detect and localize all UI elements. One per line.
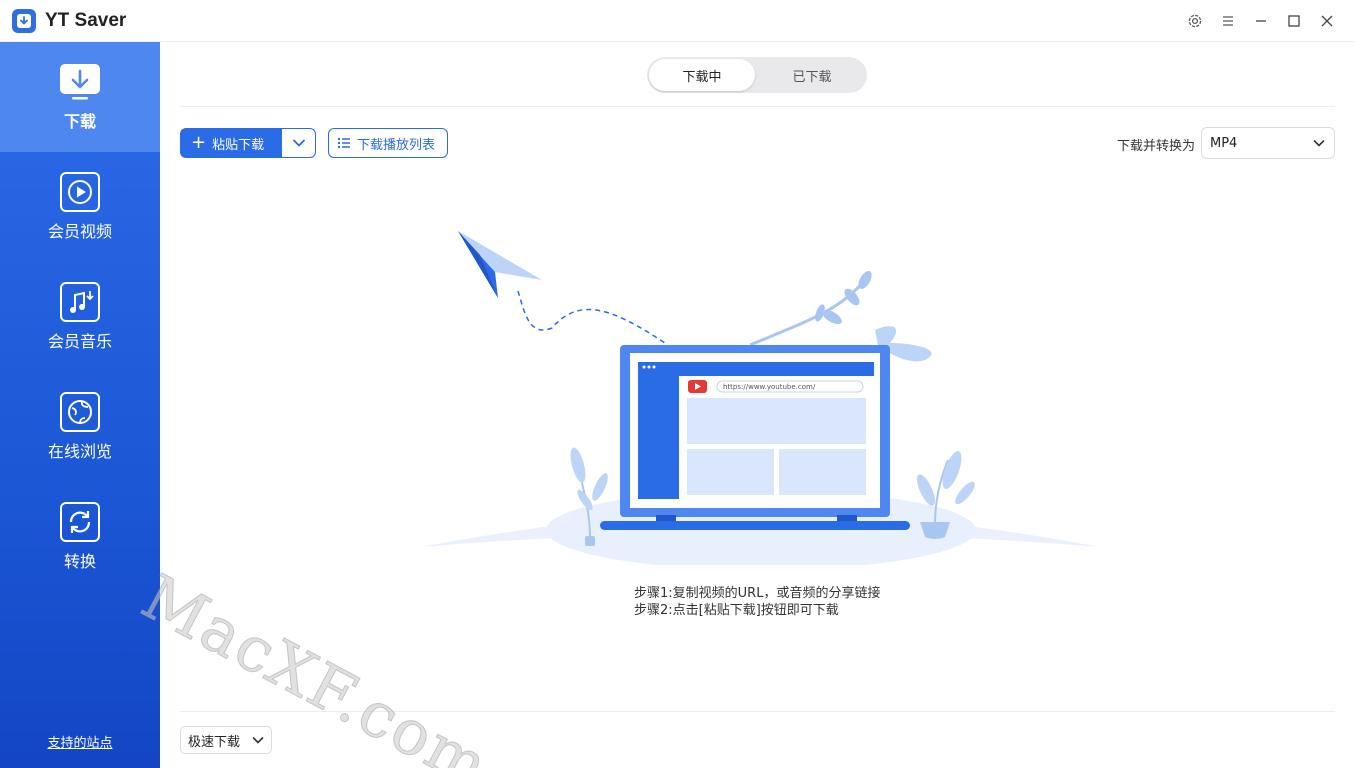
sidebar-item-label: 会员视频 (47, 222, 112, 241)
settings-icon[interactable] (1184, 10, 1206, 32)
format-select[interactable]: MP4 (1201, 127, 1335, 159)
sidebar-item-label: 转换 (63, 552, 96, 571)
download-icon (60, 62, 100, 102)
download-tabs: 下载中 已下载 (647, 57, 867, 93)
globe-icon (60, 392, 100, 432)
play-icon (60, 172, 100, 212)
speed-mode-select[interactable]: 极速下载 (180, 726, 272, 754)
sidebar: 下载 会员视频 会员音乐 在线浏览 转换 支持的站点 (0, 42, 160, 768)
music-icon (60, 282, 100, 322)
supported-sites-link[interactable]: 支持的站点 (0, 732, 160, 751)
step-2-text: 步骤2:点击[粘贴下载]按钮即可下载 (634, 603, 839, 618)
maximize-icon[interactable] (1283, 10, 1305, 32)
download-playlist-label: 下载播放列表 (357, 137, 436, 153)
tab-downloading[interactable]: 下载中 (649, 59, 755, 91)
sidebar-item-convert[interactable]: 转换 (0, 482, 160, 592)
chevron-down-icon (252, 737, 264, 744)
plus-icon: + (191, 132, 207, 153)
instructions: 步骤1:复制视频的URL，或音频的分享链接 步骤2:点击[粘贴下载]按钮即可下载 (634, 585, 880, 619)
sidebar-item-label: 在线浏览 (47, 442, 112, 461)
sidebar-item-label: 会员音乐 (47, 332, 112, 351)
convert-icon (60, 502, 100, 542)
paste-download-label: 粘贴下载 (212, 137, 265, 153)
sidebar-item-member-video[interactable]: 会员视频 (0, 152, 160, 262)
divider (180, 106, 1335, 107)
step-1-text: 步骤1:复制视频的URL，或音频的分享链接 (634, 586, 881, 601)
paper-plane-icon (458, 231, 542, 298)
convert-to-label: 下载并转换为 (1117, 139, 1196, 154)
format-value: MP4 (1210, 135, 1238, 151)
list-icon (337, 137, 350, 149)
minimize-icon[interactable] (1250, 10, 1272, 32)
svg-text:https://www.youtube.com/: https://www.youtube.com/ (723, 383, 816, 391)
chevron-down-icon (292, 139, 305, 147)
empty-state-illustration: https://www.youtube.com/ (420, 231, 1100, 565)
sidebar-item-download[interactable]: 下载 (0, 42, 160, 152)
chevron-down-icon (1313, 140, 1325, 147)
tab-downloaded[interactable]: 已下载 (759, 59, 865, 91)
speed-mode-value: 极速下载 (188, 734, 241, 750)
paste-download-button[interactable]: + 粘贴下载 (180, 128, 316, 158)
app-logo (12, 9, 36, 33)
app-title: YT Saver (45, 10, 127, 31)
menu-icon[interactable] (1217, 10, 1239, 32)
download-playlist-button[interactable]: 下载播放列表 (328, 128, 448, 158)
paste-download-main[interactable]: + 粘贴下载 (181, 129, 281, 157)
title-bar: YT Saver (0, 0, 1355, 42)
sidebar-item-member-music[interactable]: 会员音乐 (0, 262, 160, 372)
close-icon[interactable] (1316, 10, 1338, 32)
paste-download-dropdown[interactable] (282, 129, 315, 157)
sidebar-item-label: 下载 (63, 112, 96, 131)
sidebar-item-browse[interactable]: 在线浏览 (0, 372, 160, 482)
